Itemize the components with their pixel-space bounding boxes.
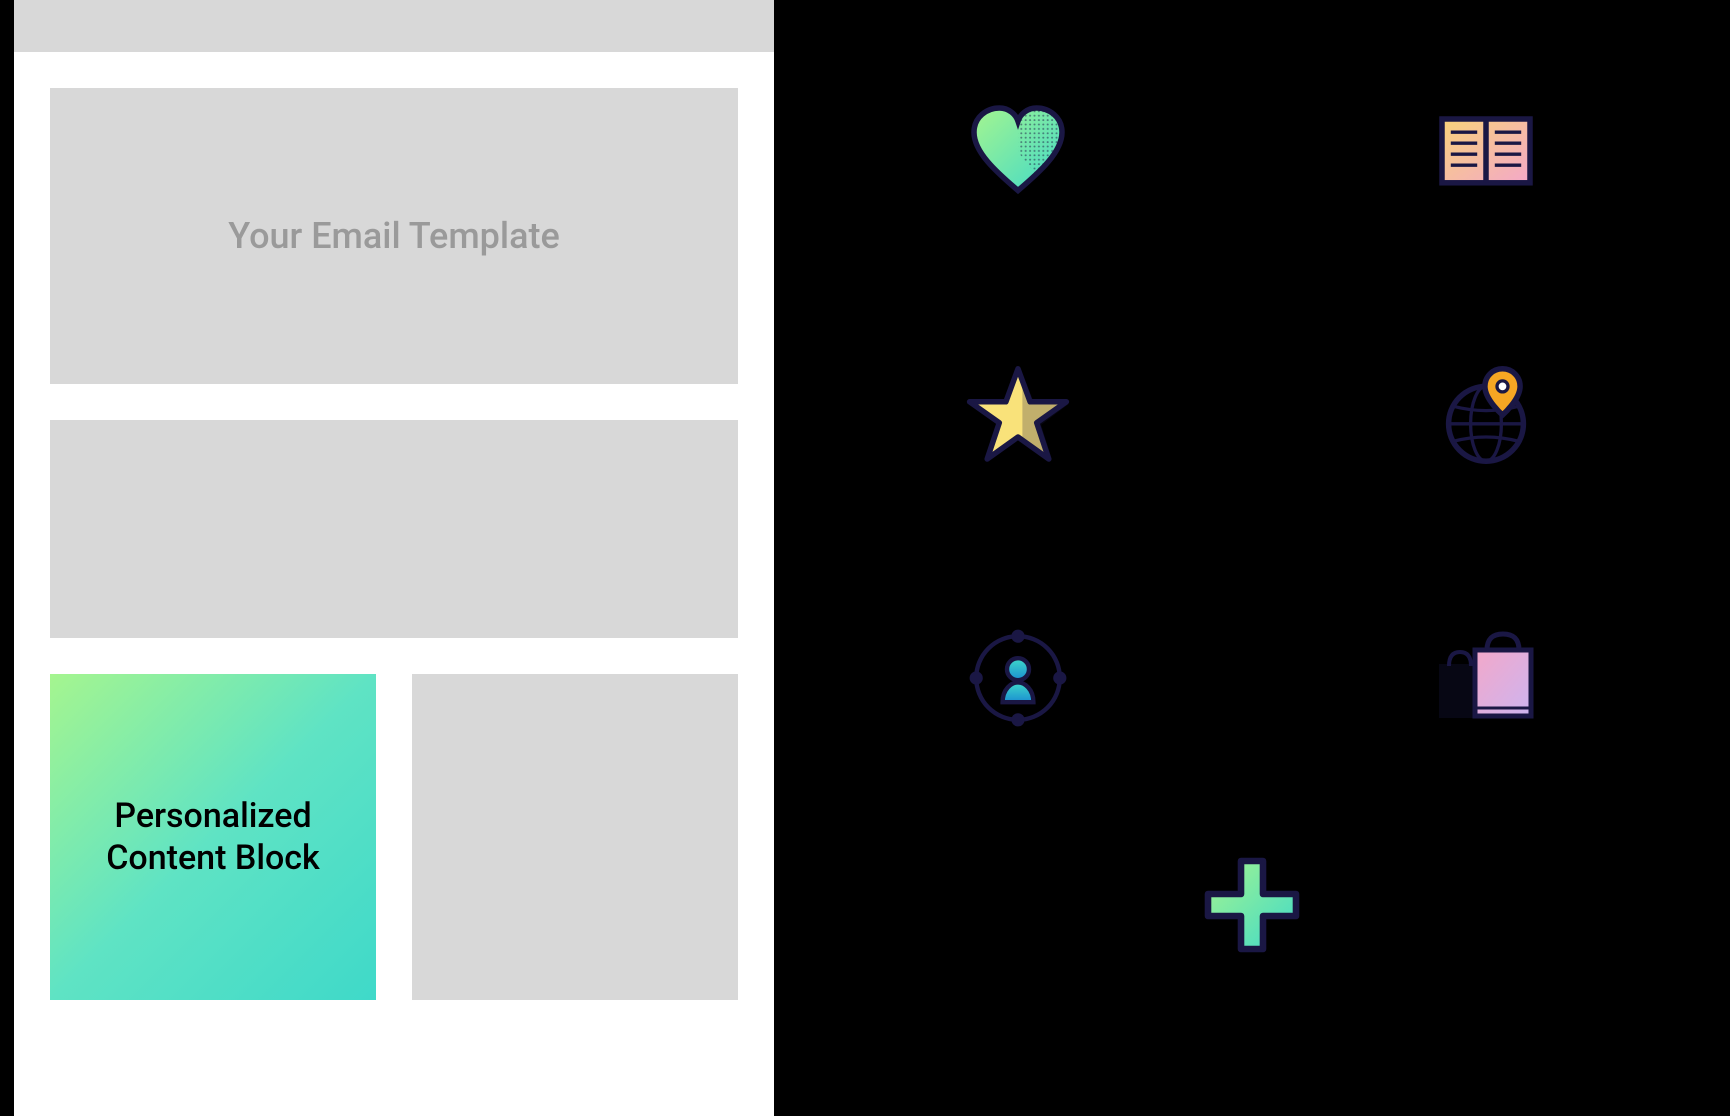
icon-grid xyxy=(834,40,1670,790)
shopping-bags-icon xyxy=(1382,607,1590,750)
plus-icon xyxy=(834,850,1670,960)
star-icon xyxy=(914,343,1122,486)
personalized-content-label: PersonalizedContent Block xyxy=(106,795,320,880)
profile-orbit-icon xyxy=(914,607,1122,750)
template-hero-label: Your Email Template xyxy=(228,215,560,257)
template-bottom-row: PersonalizedContent Block xyxy=(50,674,738,1000)
personalized-content-block: PersonalizedContent Block xyxy=(50,674,376,1000)
icon-panel xyxy=(774,0,1730,1116)
template-section-block xyxy=(50,420,738,638)
email-template-mock: Your Email Template PersonalizedContent … xyxy=(14,0,774,1116)
template-topbar xyxy=(14,0,774,52)
template-hero-block: Your Email Template xyxy=(50,88,738,384)
book-icon xyxy=(1382,80,1590,223)
globe-pin-icon xyxy=(1382,343,1590,486)
template-empty-card xyxy=(412,674,738,1000)
heart-icon xyxy=(914,80,1122,223)
